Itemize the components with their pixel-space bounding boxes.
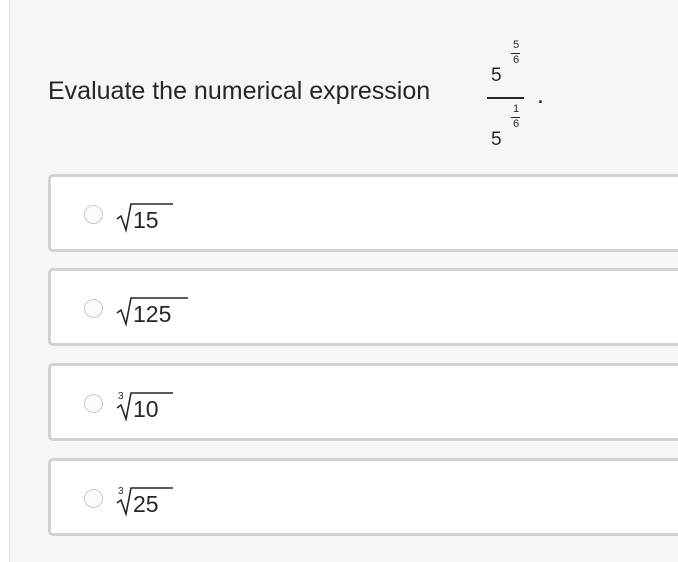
fraction-expression: 5 6 5 1 6 5 . [487, 38, 544, 150]
numerator-exponent-numerator: 5 [512, 39, 520, 51]
left-panel-edge [0, 0, 10, 562]
denominator-base: 5 [491, 129, 502, 150]
denominator-exponent-denominator: 6 [512, 118, 520, 130]
root-index-c: 3 [118, 391, 124, 402]
radicand-d: 25 [133, 491, 159, 517]
denominator-exponent-numerator: 1 [512, 103, 520, 115]
question-text: Evaluate the numerical expression [48, 77, 431, 105]
answer-option-a[interactable]: 15 [48, 174, 678, 252]
radio-button-c[interactable] [84, 394, 103, 413]
numerator-exponent-denominator: 6 [512, 54, 520, 66]
answer-option-b[interactable]: 125 [48, 268, 678, 346]
question-stem: Evaluate the numerical expression 5 6 5 … [48, 38, 648, 150]
radicand-b: 125 [133, 301, 172, 327]
answer-option-c[interactable]: 3 10 [48, 363, 678, 441]
answer-option-d[interactable]: 3 25 [48, 458, 678, 536]
radicand-a: 15 [133, 207, 159, 233]
root-index-d: 3 [118, 486, 124, 497]
radio-button-b[interactable] [84, 299, 103, 318]
fraction-bar [487, 97, 524, 99]
sentence-period: . [537, 81, 544, 109]
radicand-c: 10 [133, 396, 159, 422]
radio-button-d[interactable] [84, 489, 103, 508]
numerator-base: 5 [491, 65, 502, 86]
radio-button-a[interactable] [84, 205, 103, 224]
